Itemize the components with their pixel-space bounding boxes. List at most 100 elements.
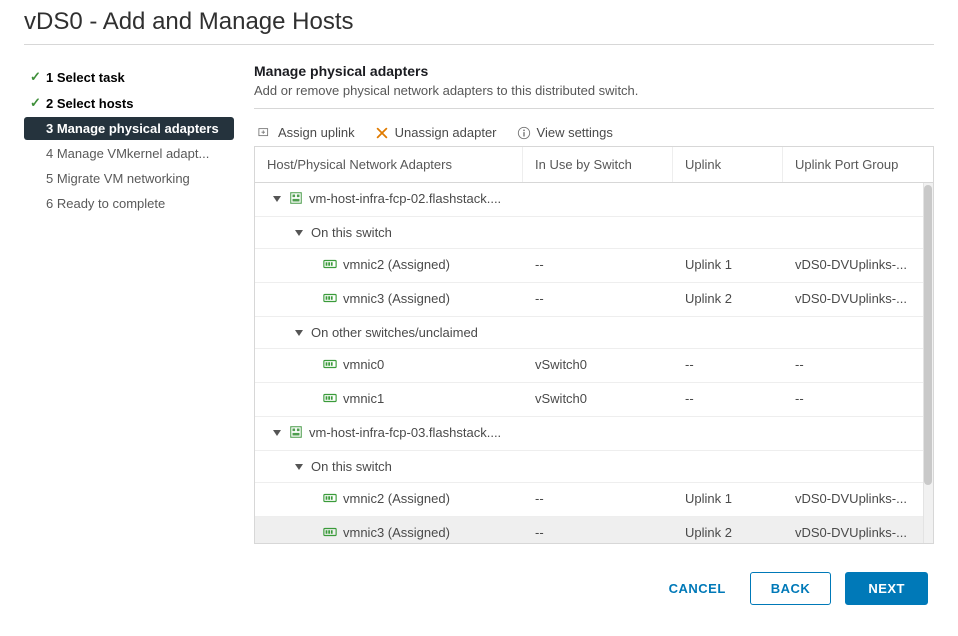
adapter-name: vmnic2 (Assigned) (343, 491, 450, 506)
cell-uplink-port-group: vDS0-DVUplinks-... (783, 517, 933, 543)
table-row[interactable]: On this switch (255, 217, 933, 249)
table-row[interactable]: vmnic2 (Assigned) --Uplink 1vDS0-DVUplink… (255, 483, 933, 517)
expand-icon[interactable] (295, 464, 303, 470)
wizard-step-label: 6 Ready to complete (46, 196, 165, 211)
cell-uplink (673, 217, 783, 249)
cell-in-use-by-switch (523, 417, 673, 451)
assign-uplink-button[interactable]: Assign uplink (258, 125, 355, 140)
info-icon (517, 126, 531, 140)
cell-in-use-by-switch: -- (523, 249, 673, 283)
cell-uplink-port-group: vDS0-DVUplinks-... (783, 249, 933, 283)
table-row[interactable]: On this switch (255, 451, 933, 483)
cell-in-use-by-switch: -- (523, 283, 673, 317)
adapter-name: vmnic3 (Assigned) (343, 291, 450, 306)
host-icon (289, 425, 303, 442)
next-button[interactable]: NEXT (845, 572, 928, 605)
cell-in-use-by-switch (523, 183, 673, 217)
nic-icon (323, 491, 337, 508)
cell-in-use-by-switch (523, 451, 673, 483)
col-host-adapters[interactable]: Host/Physical Network Adapters (255, 147, 523, 182)
adapter-name: vmnic1 (343, 391, 384, 406)
back-button[interactable]: BACK (750, 572, 832, 605)
cell-uplink-port-group (783, 217, 933, 249)
wizard-step-label: 5 Migrate VM networking (46, 171, 190, 186)
cell-uplink (673, 183, 783, 217)
cell-uplink: Uplink 1 (673, 249, 783, 283)
cell-uplink (673, 417, 783, 451)
wizard-step-6: 6 Ready to complete (24, 192, 234, 215)
group-label: On this switch (311, 225, 392, 240)
wizard-step-5: 5 Migrate VM networking (24, 167, 234, 190)
col-uplink-port-group[interactable]: Uplink Port Group (783, 147, 933, 182)
wizard-steps: ✓1 Select task✓2 Select hosts3 Manage ph… (24, 63, 234, 609)
cell-in-use-by-switch: -- (523, 483, 673, 517)
expand-icon[interactable] (295, 230, 303, 236)
wizard-step-2[interactable]: ✓2 Select hosts (24, 91, 234, 115)
wizard-step-1[interactable]: ✓1 Select task (24, 65, 234, 89)
nic-icon (323, 291, 337, 308)
checkmark-icon: ✓ (30, 95, 46, 111)
checkmark-icon: ✓ (30, 69, 46, 85)
cell-in-use-by-switch (523, 317, 673, 349)
wizard-step-label: 4 Manage VMkernel adapt... (46, 146, 209, 161)
cell-uplink-port-group: vDS0-DVUplinks-... (783, 483, 933, 517)
cell-uplink (673, 451, 783, 483)
cell-uplink (673, 317, 783, 349)
table-row[interactable]: On other switches/unclaimed (255, 317, 933, 349)
nic-icon (323, 257, 337, 274)
nic-icon (323, 391, 337, 408)
expand-icon[interactable] (295, 330, 303, 336)
cell-in-use-by-switch: -- (523, 517, 673, 543)
table-row[interactable]: vmnic2 (Assigned) --Uplink 1vDS0-DVUplink… (255, 249, 933, 283)
view-settings-label: View settings (537, 125, 613, 140)
table-row[interactable]: vmnic1vSwitch0---- (255, 383, 933, 417)
cell-uplink: -- (673, 383, 783, 417)
table-row[interactable]: vmnic0vSwitch0---- (255, 349, 933, 383)
adapter-name: vmnic3 (Assigned) (343, 525, 450, 540)
group-label: On other switches/unclaimed (311, 325, 478, 340)
page-title: vDS0 - Add and Manage Hosts (24, 8, 934, 45)
section-description: Add or remove physical network adapters … (254, 83, 934, 109)
cell-uplink-port-group: -- (783, 383, 933, 417)
nic-icon (323, 357, 337, 374)
adapter-name: vmnic2 (Assigned) (343, 257, 450, 272)
nic-icon (323, 525, 337, 542)
wizard-step-label: 1 Select task (46, 70, 125, 85)
col-uplink[interactable]: Uplink (673, 147, 783, 182)
wizard-step-label: 2 Select hosts (46, 96, 133, 111)
cell-uplink: Uplink 2 (673, 283, 783, 317)
table-row[interactable]: vmnic3 (Assigned) --Uplink 2vDS0-DVUplink… (255, 283, 933, 317)
cell-uplink-port-group: vDS0-DVUplinks-... (783, 283, 933, 317)
cell-uplink-port-group (783, 451, 933, 483)
toolbar: Assign uplink Unassign adapter View sett… (254, 119, 934, 146)
unassign-adapter-button[interactable]: Unassign adapter (375, 125, 497, 140)
scrollbar-track[interactable] (923, 183, 933, 543)
cell-uplink: Uplink 2 (673, 517, 783, 543)
scrollbar-thumb[interactable] (924, 185, 932, 485)
cell-uplink: Uplink 1 (673, 483, 783, 517)
cell-in-use-by-switch: vSwitch0 (523, 383, 673, 417)
wizard-step-4: 4 Manage VMkernel adapt... (24, 142, 234, 165)
host-name: vm-host-infra-fcp-02.flashstack.... (309, 191, 501, 206)
wizard-step-3[interactable]: 3 Manage physical adapters (24, 117, 234, 140)
assign-uplink-label: Assign uplink (278, 125, 355, 140)
cell-uplink-port-group (783, 417, 933, 451)
cell-in-use-by-switch: vSwitch0 (523, 349, 673, 383)
cancel-button[interactable]: CANCEL (659, 573, 736, 604)
host-icon (289, 191, 303, 208)
cell-uplink-port-group: -- (783, 349, 933, 383)
expand-icon[interactable] (273, 196, 281, 202)
table-row[interactable]: vm-host-infra-fcp-03.flashstack.... (255, 417, 933, 451)
cell-uplink-port-group (783, 317, 933, 349)
cell-uplink: -- (673, 349, 783, 383)
assign-uplink-icon (258, 126, 272, 140)
unassign-adapter-label: Unassign adapter (395, 125, 497, 140)
section-title: Manage physical adapters (254, 63, 934, 79)
table-row[interactable]: vm-host-infra-fcp-02.flashstack.... (255, 183, 933, 217)
adapters-table: Host/Physical Network Adapters In Use by… (254, 146, 934, 544)
expand-icon[interactable] (273, 430, 281, 436)
col-in-use-by-switch[interactable]: In Use by Switch (523, 147, 673, 182)
view-settings-button[interactable]: View settings (517, 125, 613, 140)
table-row[interactable]: vmnic3 (Assigned) --Uplink 2vDS0-DVUplink… (255, 517, 933, 543)
adapter-name: vmnic0 (343, 357, 384, 372)
